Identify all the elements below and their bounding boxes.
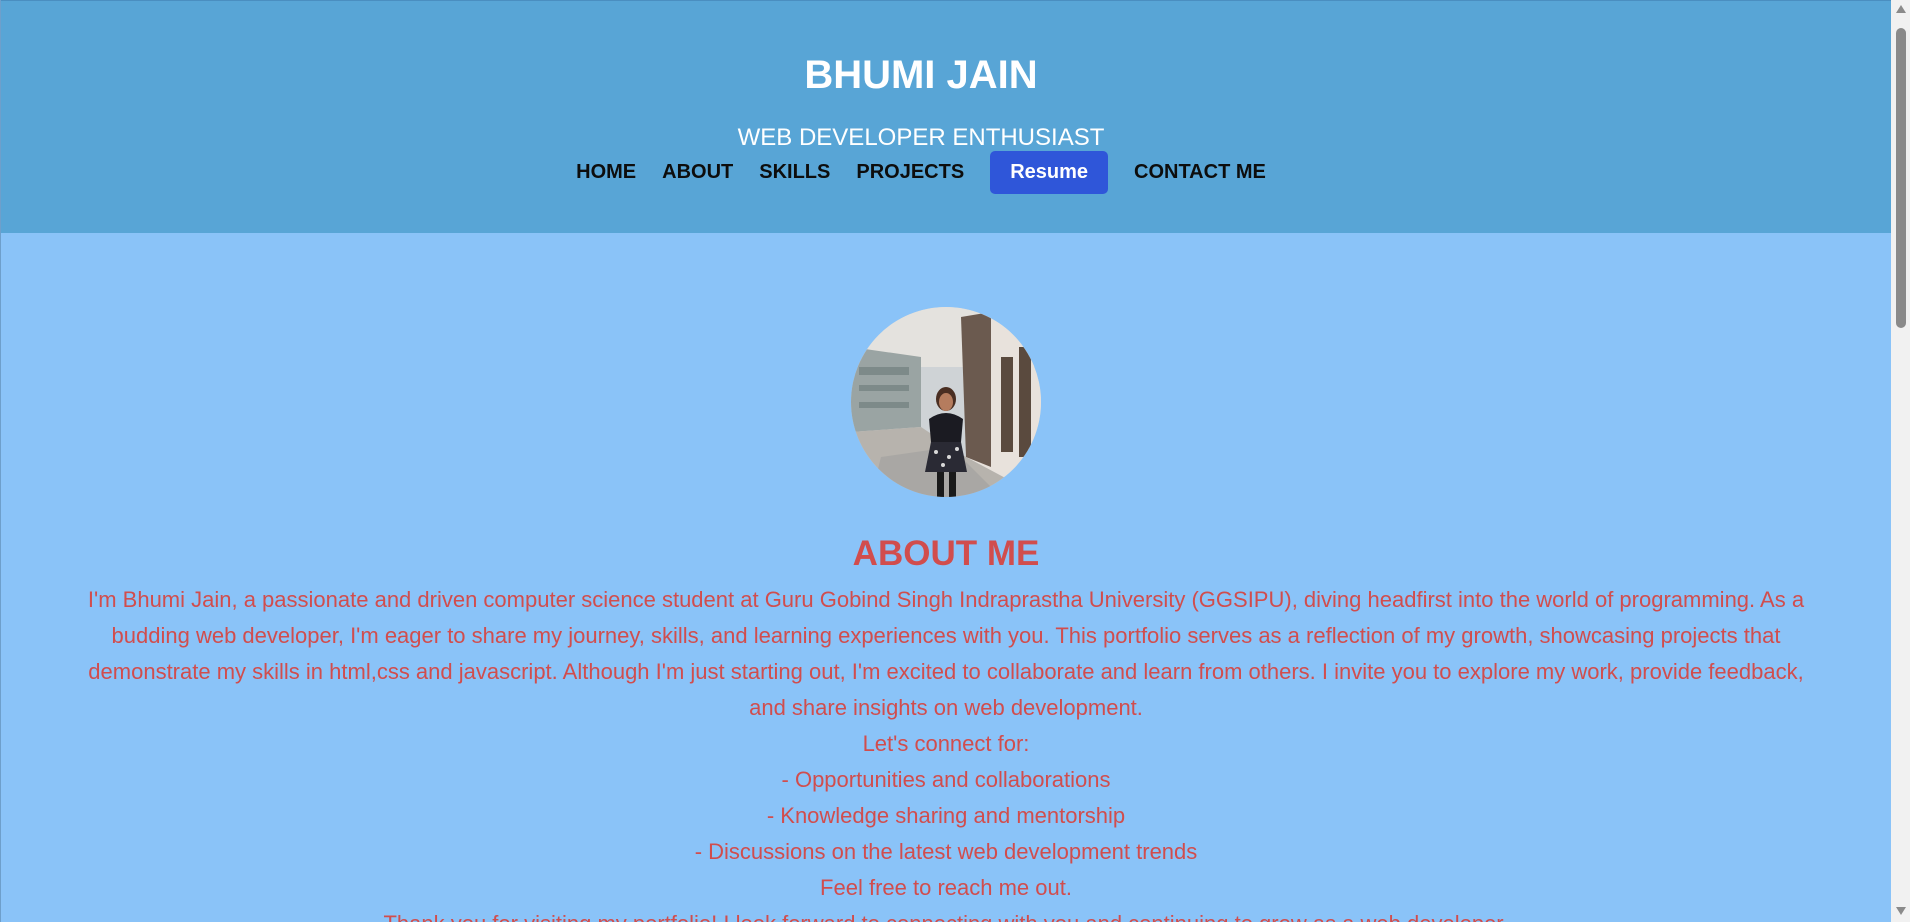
thanks-text: Thank you for visiting my portfolio! I l… [71,906,1821,922]
scroll-down-arrow-icon[interactable] [1896,907,1906,915]
connect-item: - Knowledge sharing and mentorship [766,803,1126,828]
connect-item: - Discussions on the latest web developm… [694,839,1198,864]
scroll-up-arrow-icon[interactable] [1896,5,1906,13]
connect-intro: Let's connect for: [862,731,1030,756]
page: BHUMI JAIN WEB DEVELOPER ENTHUSIAST HOME… [0,0,1891,922]
profile-photo-image [851,307,1041,497]
about-heading: ABOUT ME [852,534,1040,573]
site-subtitle: WEB DEVELOPER ENTHUSIAST [737,124,1105,151]
nav-contact-link[interactable]: CONTACT ME [1134,161,1266,184]
connect-item: - Opportunities and collaborations [781,767,1111,792]
scrollbar-thumb[interactable] [1896,28,1906,328]
about-text: I'm Bhumi Jain, a passionate and driven … [71,582,1821,922]
nav-home-link[interactable]: HOME [576,161,636,184]
resume-button[interactable]: Resume [990,150,1108,194]
about-paragraph: I'm Bhumi Jain, a passionate and driven … [87,587,1805,720]
reach-out-text: Feel free to reach me out. [820,875,1072,900]
vertical-scrollbar[interactable] [1891,0,1910,922]
nav-skills-link[interactable]: SKILLS [759,161,830,184]
nav-about-link[interactable]: ABOUT [662,161,733,184]
profile-photo [851,307,1041,497]
site-header: BHUMI JAIN WEB DEVELOPER ENTHUSIAST HOME… [1,0,1891,233]
nav-projects-link[interactable]: PROJECTS [856,161,964,184]
site-title: BHUMI JAIN [804,53,1038,97]
main-nav: HOME ABOUT SKILLS PROJECTS Resume CONTAC… [1,150,1841,194]
